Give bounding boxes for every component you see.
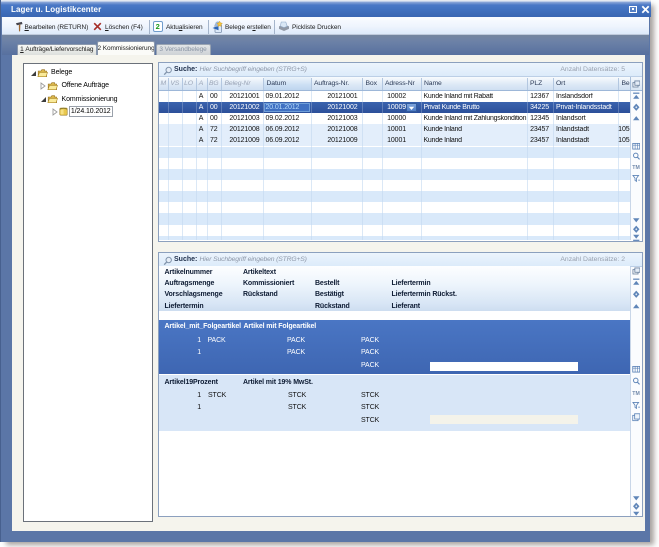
svg-text:TM: TM: [632, 391, 640, 397]
svg-text:TM: TM: [632, 165, 640, 171]
